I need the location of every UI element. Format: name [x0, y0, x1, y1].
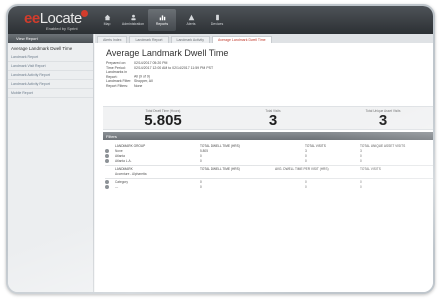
report-sidebar: View Report Average Landmark Dwell Time … [8, 34, 94, 292]
stat-total-dwell-time: Total Dwell Time (Hours) 5.805 [144, 109, 182, 129]
nav-devices[interactable]: Devices [206, 9, 228, 31]
alert-icon [188, 14, 194, 21]
summary-stats: Total Dwell Time (Hours) 5.805 Total Vis… [103, 106, 433, 130]
table-row[interactable]: --- 0 0 0 [105, 185, 433, 190]
report-tabs: Alerts Index Landmark Report Landmark Ac… [95, 34, 433, 43]
device-icon [215, 14, 219, 21]
expand-toggle-icon[interactable] [105, 149, 109, 153]
sidebar-item[interactable]: Landmark Activity Report [8, 71, 93, 80]
sidebar-selected-report[interactable]: Average Landmark Dwell Time [8, 43, 93, 53]
stat-total-visits: Total Visits 3 [265, 109, 281, 129]
byline: Enabled by Sprint [46, 26, 78, 31]
top-navigation-bar: eeLocate Enabled by Sprint Map Administr… [8, 6, 433, 34]
sidebar-item[interactable]: Landmark Report [8, 53, 93, 62]
report-metadata: Prepared on: 02/14/2017 05:20 PM Time Per… [106, 61, 214, 88]
tab-alerts-index[interactable]: Alerts Index [97, 36, 128, 43]
sidebar-item[interactable]: Landmark Activity Report [8, 80, 93, 89]
expand-toggle-icon[interactable] [105, 154, 109, 158]
expand-toggle-icon[interactable] [105, 180, 109, 184]
tab-landmark-report[interactable]: Landmark Report [129, 36, 169, 43]
nav-administration[interactable]: Administration [122, 9, 144, 31]
report-title: Average Landmark Dwell Time [106, 48, 229, 58]
home-icon [104, 14, 110, 21]
nav-map[interactable]: Map [96, 9, 118, 31]
report-main: Alerts Index Landmark Report Landmark Ac… [95, 34, 433, 292]
divider [105, 178, 433, 179]
sidebar-header: View Report [8, 34, 93, 43]
logo-badge-icon [81, 10, 88, 17]
table-subheader: Accenture - Alpharetta [115, 172, 147, 176]
expand-toggle-icon[interactable] [105, 159, 109, 163]
tab-landmark-activity[interactable]: Landmark Activity [170, 36, 210, 43]
nav-reports[interactable]: Reports [148, 9, 176, 31]
tab-average-dwell-time[interactable]: Average Landmark Dwell Time [211, 36, 272, 43]
nav-alerts[interactable]: Alerts [180, 9, 202, 31]
app-logo[interactable]: eeLocate Enabled by Sprint [24, 10, 82, 32]
table-row[interactable]: Atlanta L.A. 0 0 0 [105, 159, 433, 164]
main-nav: Map Administration Reports Alerts Device… [96, 9, 232, 31]
stat-unique-asset-visits: Total Unique Asset Visits 3 [365, 109, 401, 129]
filters-section-header[interactable]: Filters [103, 132, 433, 140]
divider [105, 165, 433, 166]
sidebar-item[interactable]: Landmark Visit Report [8, 62, 93, 71]
expand-toggle-icon[interactable] [105, 185, 109, 189]
landmark-group-table: Landmark Group Total Dwell Time (hrs) To… [105, 144, 433, 190]
screenshot-frame: eeLocate Enabled by Sprint Map Administr… [6, 4, 435, 294]
report-icon [159, 15, 165, 21]
sidebar-item[interactable]: Mobile Report [8, 89, 93, 98]
person-icon [130, 14, 136, 21]
